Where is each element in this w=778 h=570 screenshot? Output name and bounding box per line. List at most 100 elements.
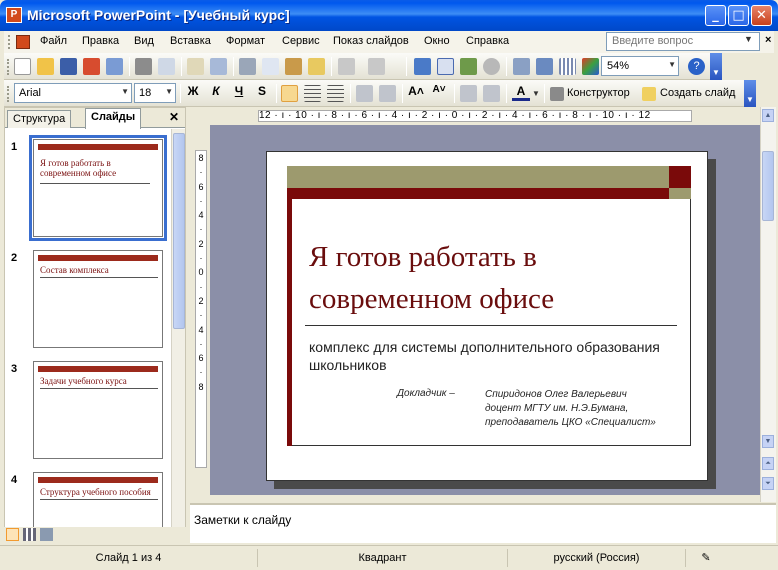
slide-thumbnail[interactable]: Я готов работать в современном офисе	[29, 135, 167, 241]
menu-tools[interactable]: Сервис	[282, 35, 320, 47]
previous-slide-icon[interactable]: ⏶	[762, 457, 774, 470]
increase-indent-icon[interactable]	[483, 85, 500, 102]
slide-scrollbar[interactable]: ▲ ▼ ⏶ ⏷	[760, 107, 776, 502]
underline-button[interactable]: Ч	[230, 84, 248, 98]
chevron-down-icon[interactable]: ▼	[121, 87, 129, 96]
hyperlink-icon[interactable]	[483, 58, 500, 75]
slide-title[interactable]: Я готов работать в современном офисе	[309, 236, 679, 320]
chevron-down-icon[interactable]: ▼	[165, 87, 173, 96]
current-slide[interactable]: Я готов работать в современном офисе ком…	[266, 151, 708, 481]
grip-handle[interactable]	[7, 86, 10, 102]
menu-insert[interactable]: Вставка	[170, 35, 211, 47]
scrollbar-thumb[interactable]	[173, 133, 185, 329]
toolbar-options-icon[interactable]: ▼	[744, 80, 756, 107]
maximize-button[interactable]: □	[728, 5, 749, 26]
decrease-indent-icon[interactable]	[460, 85, 477, 102]
align-right-icon[interactable]	[327, 85, 344, 102]
scroll-down-icon[interactable]: ▼	[762, 435, 774, 448]
slideshow-icon[interactable]	[40, 528, 53, 541]
menu-help[interactable]: Справка	[466, 35, 509, 47]
insert-table-icon[interactable]	[437, 58, 454, 75]
research-icon[interactable]	[210, 58, 227, 75]
italic-button[interactable]: К	[207, 84, 225, 98]
format-painter-icon[interactable]	[308, 58, 325, 75]
open-folder-icon[interactable]	[37, 58, 54, 75]
bullets-icon[interactable]	[379, 85, 396, 102]
notes-pane[interactable]: Заметки к слайду	[190, 503, 776, 543]
save-icon[interactable]	[60, 58, 77, 75]
next-slide-icon[interactable]: ⏷	[762, 477, 774, 490]
help-icon[interactable]: ?	[688, 58, 705, 75]
document-icon[interactable]	[16, 35, 30, 49]
expand-all-icon[interactable]	[513, 58, 530, 75]
bold-button[interactable]: Ж	[184, 84, 202, 98]
zoom-select[interactable]: 54% ▼	[601, 56, 679, 76]
align-center-icon[interactable]	[304, 85, 321, 102]
cut-icon[interactable]	[239, 58, 256, 75]
thumb-header-bar	[38, 144, 158, 150]
paste-icon[interactable]	[285, 58, 302, 75]
increase-font-icon[interactable]: A˄	[407, 84, 425, 98]
slide-sorter-icon[interactable]	[23, 528, 36, 541]
slide-thumbnail[interactable]: Структура учебного пособия	[33, 472, 163, 529]
email-icon[interactable]	[106, 58, 123, 75]
color-grayscale-icon[interactable]	[582, 58, 599, 75]
new-slide-button[interactable]: Создать слайд	[660, 87, 735, 99]
grid-icon[interactable]	[559, 58, 576, 75]
align-left-icon[interactable]	[281, 85, 298, 102]
tab-outline[interactable]: Структура	[7, 110, 72, 128]
menu-bar: Файл Правка Вид Вставка Формат Сервис По…	[4, 31, 774, 53]
grip-handle[interactable]	[8, 35, 11, 49]
print-icon[interactable]	[135, 58, 152, 75]
close-button[interactable]: ✕	[751, 5, 772, 26]
chevron-down-icon[interactable]: ▼	[744, 34, 753, 44]
reporter-details[interactable]: Спиридонов Олег Валерьевич доцент МГТУ и…	[485, 388, 656, 430]
designer-button[interactable]: Конструктор	[567, 87, 630, 99]
shadow-button[interactable]: S	[253, 84, 271, 98]
menu-format[interactable]: Формат	[226, 35, 265, 47]
menu-window[interactable]: Окно	[424, 35, 450, 47]
ruler-tick: 2	[198, 238, 204, 249]
scrollbar-thumb[interactable]	[762, 151, 774, 221]
numbering-icon[interactable]	[356, 85, 373, 102]
thumbnails-scrollbar[interactable]	[171, 129, 185, 527]
print-preview-icon[interactable]	[158, 58, 175, 75]
ruler-tick: 6	[198, 181, 204, 192]
font-color-icon[interactable]: A	[512, 84, 530, 101]
thumb-title: Я готов работать в современном офисе	[40, 158, 117, 178]
grip-handle[interactable]	[7, 59, 10, 75]
new-document-icon[interactable]	[14, 58, 31, 75]
ruler-tick: 4	[198, 210, 204, 221]
close-document-icon[interactable]: ×	[765, 34, 771, 46]
font-select[interactable]: Arial ▼	[14, 83, 132, 103]
slide-subtitle[interactable]: комплекс для системы дополнительного обр…	[309, 338, 669, 374]
permission-icon[interactable]	[83, 58, 100, 75]
close-icon[interactable]: ✕	[169, 110, 179, 124]
copy-icon[interactable]	[262, 58, 279, 75]
insert-chart-icon[interactable]	[414, 58, 431, 75]
spelling-status-icon[interactable]: ✎	[686, 549, 726, 567]
chevron-down-icon[interactable]: ▼	[532, 89, 540, 98]
redo-icon[interactable]	[368, 58, 385, 75]
menu-view[interactable]: Вид	[134, 35, 154, 47]
undo-icon[interactable]	[338, 58, 355, 75]
tables-borders-icon[interactable]	[460, 58, 477, 75]
powerpoint-icon[interactable]: P	[6, 7, 22, 23]
normal-view-icon[interactable]	[6, 528, 19, 541]
slide-thumbnail[interactable]: Задачи учебного курса	[33, 361, 163, 459]
font-size-select[interactable]: 18 ▼	[134, 83, 176, 103]
menu-edit[interactable]: Правка	[82, 35, 119, 47]
tab-slides[interactable]: Слайды	[85, 108, 142, 129]
slide-thumbnail[interactable]: Состав комплекса	[33, 250, 163, 348]
menu-file[interactable]: Файл	[40, 35, 67, 47]
reporter-label[interactable]: Докладчик –	[397, 388, 455, 399]
chevron-down-icon[interactable]: ▼	[668, 60, 676, 69]
minimize-button[interactable]: _	[705, 5, 726, 26]
toolbar-options-icon[interactable]: ▼	[710, 53, 722, 80]
help-search-input[interactable]: Введите вопрос	[606, 32, 760, 51]
menu-slideshow[interactable]: Показ слайдов	[333, 35, 409, 47]
spelling-icon[interactable]	[187, 58, 204, 75]
scroll-up-icon[interactable]: ▲	[762, 109, 774, 122]
decrease-font-icon[interactable]: A˅	[430, 84, 448, 95]
show-formatting-icon[interactable]	[536, 58, 553, 75]
